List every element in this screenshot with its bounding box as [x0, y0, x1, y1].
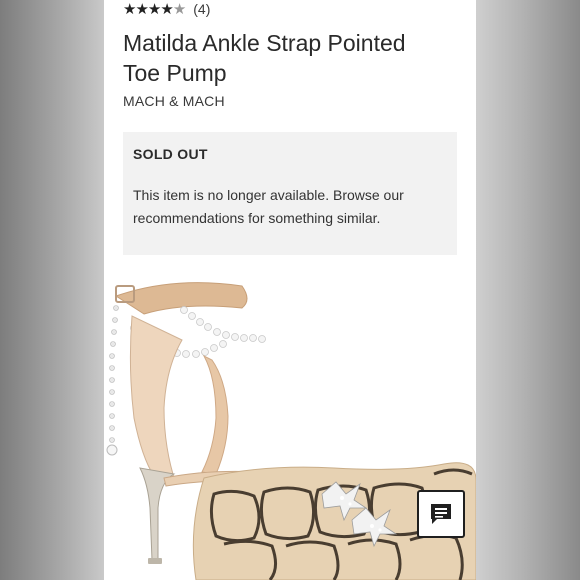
chat-icon [431, 504, 451, 524]
star-icon: ★ [123, 0, 136, 18]
notice-message: This item is no longer available. Browse… [133, 187, 404, 226]
brand-link[interactable]: MACH & MACH [123, 93, 225, 109]
rating[interactable]: ★ ★ ★ ★ ★ (4) [123, 0, 210, 18]
product-title: Matilda Ankle Strap Pointed Toe Pump [123, 30, 406, 86]
background-left [0, 0, 104, 580]
sold-out-notice: SOLD OUT This item is no longer availabl… [123, 132, 457, 255]
review-count[interactable]: (4) [193, 1, 210, 17]
notice-title: SOLD OUT [133, 146, 208, 162]
product-page: ★ ★ ★ ★ ★ (4) Matilda Ankle Strap Pointe… [104, 0, 476, 580]
background-right [476, 0, 580, 580]
star-rating: ★ ★ ★ ★ ★ [123, 0, 186, 18]
chat-button[interactable] [417, 490, 465, 538]
star-icon: ★ [147, 0, 161, 18]
star-icon: ★ [135, 0, 148, 18]
star-icon: ★ [160, 0, 173, 18]
half-star-icon: ★ [172, 0, 186, 18]
